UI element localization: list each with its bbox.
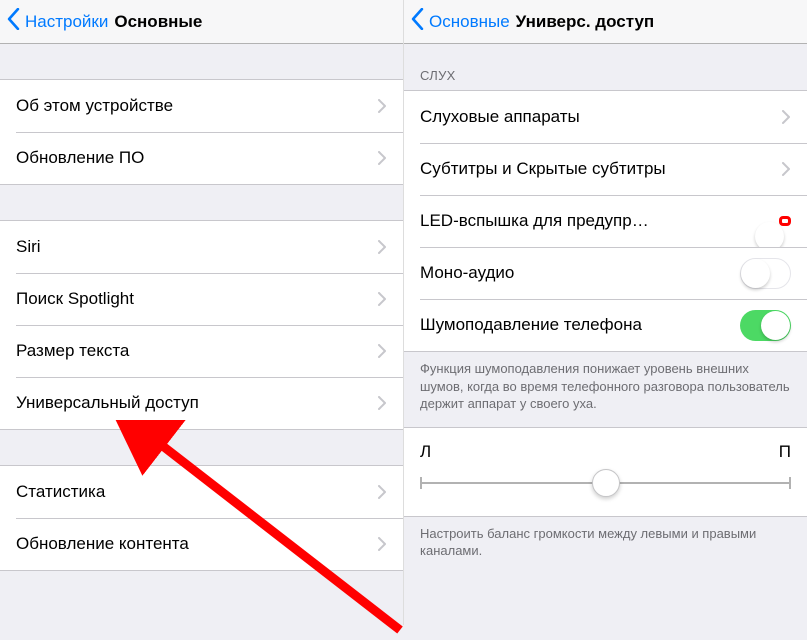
balance-footer: Настроить баланс громкости между левыми … (404, 517, 807, 574)
row-label: Размер текста (16, 341, 370, 361)
page-title-left: Основные (114, 12, 202, 32)
chevron-right-icon (378, 151, 387, 165)
group-hearing: Слуховые аппараты Субтитры и Скрытые суб… (404, 90, 807, 352)
row-label: Обновление ПО (16, 148, 370, 168)
row-spotlight[interactable]: Поиск Spotlight (0, 273, 403, 325)
row-subtitles[interactable]: Субтитры и Скрытые субтитры (404, 143, 807, 195)
balance-slider-block: Л П (404, 427, 807, 517)
row-label: Статистика (16, 482, 370, 502)
navbar-left: Настройки Основные (0, 0, 403, 44)
row-accessibility[interactable]: Универсальный доступ (0, 377, 403, 429)
row-noise-cancel[interactable]: Шумоподавление телефона (404, 299, 807, 351)
row-mono-audio[interactable]: Моно-аудио (404, 247, 807, 299)
chevron-right-icon (378, 485, 387, 499)
chevron-right-icon (782, 162, 791, 176)
annotation-highlight (779, 216, 791, 226)
row-about-device[interactable]: Об этом устройстве (0, 80, 403, 132)
chevron-right-icon (378, 99, 387, 113)
group-about: Об этом устройстве Обновление ПО (0, 79, 403, 185)
back-button-settings[interactable]: Настройки (6, 8, 108, 35)
slider-knob[interactable] (592, 469, 620, 497)
chevron-right-icon (378, 537, 387, 551)
row-label: Шумоподавление телефона (420, 315, 740, 335)
group-features: Siri Поиск Spotlight Размер текста Униве… (0, 220, 403, 430)
row-label: Универсальный доступ (16, 393, 370, 413)
settings-general-panel: Настройки Основные Об этом устройстве Об… (0, 0, 404, 625)
slider-label-left: Л (420, 442, 431, 462)
chevron-right-icon (378, 396, 387, 410)
row-label: Слуховые аппараты (420, 107, 774, 127)
noise-cancel-footer: Функция шумоподавления понижает уровень … (404, 352, 807, 427)
row-hearing-aids[interactable]: Слуховые аппараты (404, 91, 807, 143)
accessibility-panel: Основные Универс. доступ СЛУХ Слуховые а… (404, 0, 807, 625)
toggle-noise-cancel[interactable] (740, 310, 791, 341)
section-header-hearing: СЛУХ (404, 44, 807, 90)
row-text-size[interactable]: Размер текста (0, 325, 403, 377)
row-label: Обновление контента (16, 534, 370, 554)
chevron-right-icon (378, 344, 387, 358)
toggle-mono-audio[interactable] (740, 258, 791, 289)
row-statistics[interactable]: Статистика (0, 466, 403, 518)
group-stats: Статистика Обновление контента (0, 465, 403, 571)
row-software-update[interactable]: Обновление ПО (0, 132, 403, 184)
back-button-general[interactable]: Основные (410, 8, 510, 35)
row-label: Моно-аудио (420, 263, 740, 283)
back-label: Основные (429, 12, 510, 32)
row-label: Субтитры и Скрытые субтитры (420, 159, 774, 179)
row-label: Siri (16, 237, 370, 257)
chevron-left-icon (6, 8, 25, 35)
balance-slider[interactable] (420, 468, 791, 498)
row-content-update[interactable]: Обновление контента (0, 518, 403, 570)
row-label: Поиск Spotlight (16, 289, 370, 309)
chevron-right-icon (378, 292, 387, 306)
row-label: LED-вспышка для предупр… (420, 211, 779, 231)
row-siri[interactable]: Siri (0, 221, 403, 273)
slider-label-right: П (779, 442, 791, 462)
page-title-right: Универс. доступ (516, 12, 655, 32)
back-label: Настройки (25, 12, 108, 32)
row-label: Об этом устройстве (16, 96, 370, 116)
chevron-right-icon (378, 240, 387, 254)
navbar-right: Основные Универс. доступ (404, 0, 807, 44)
chevron-left-icon (410, 8, 429, 35)
chevron-right-icon (782, 110, 791, 124)
row-led-flash[interactable]: LED-вспышка для предупр… (404, 195, 807, 247)
